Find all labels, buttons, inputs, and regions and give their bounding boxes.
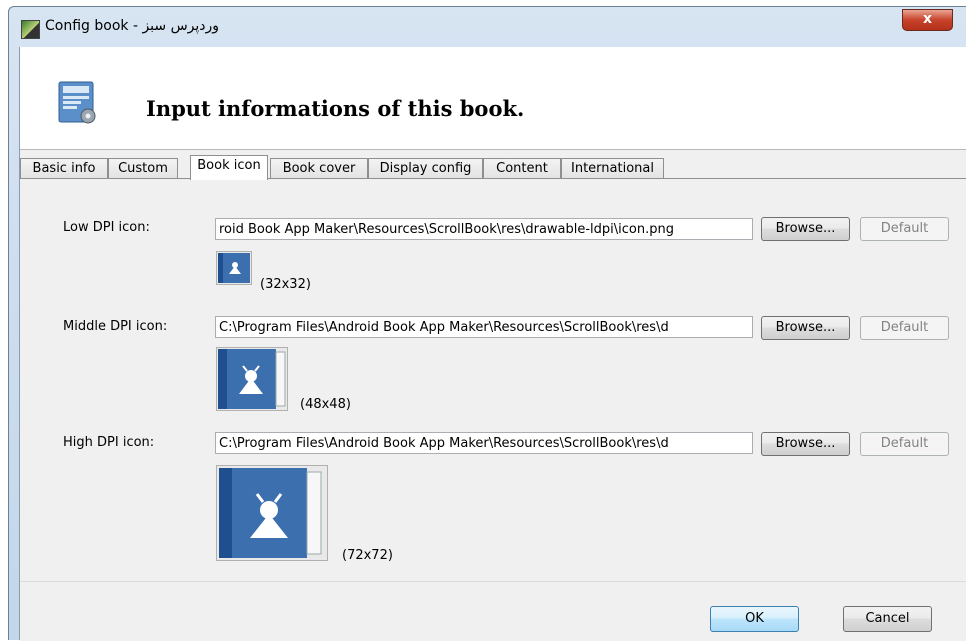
close-button[interactable]: x [902, 9, 953, 31]
cancel-button[interactable]: Cancel [843, 606, 932, 632]
low-dpi-default-button[interactable]: Default [860, 217, 949, 241]
middle-dpi-label: Middle DPI icon: [63, 319, 168, 334]
tab-international[interactable]: International [561, 158, 664, 178]
middle-dpi-size-label: (48x48) [300, 397, 351, 412]
high-dpi-label: High DPI icon: [63, 435, 155, 450]
app-icon [21, 20, 40, 39]
android-book-icon [218, 349, 286, 409]
close-icon: x [922, 11, 933, 27]
window-title: Config book - وردپرس سبز [45, 18, 220, 34]
android-book-icon [218, 253, 250, 283]
low-dpi-browse-button[interactable]: Browse... [761, 217, 850, 241]
ok-button[interactable]: OK [710, 606, 799, 632]
dialog-header: Input informations of this book. [20, 47, 966, 150]
tab-strip: Basic info Custom Book icon Book cover D… [20, 155, 966, 180]
low-dpi-preview [216, 251, 252, 285]
book-icon-panel: Low DPI icon: roid Book App Maker\Resour… [20, 178, 966, 581]
config-book-window: Config book - وردپرس سبز x Input informa… [8, 6, 966, 641]
dialog-client: Input informations of this book. Basic i… [19, 47, 966, 641]
high-dpi-size-label: (72x72) [342, 548, 393, 563]
high-dpi-path-field[interactable]: C:\Program Files\Android Book App Maker\… [215, 432, 753, 454]
low-dpi-label: Low DPI icon: [63, 220, 150, 235]
tab-basic-info[interactable]: Basic info [20, 158, 108, 178]
tab-display-config[interactable]: Display config [368, 158, 483, 178]
android-book-icon [219, 468, 322, 558]
high-dpi-preview [216, 465, 328, 561]
dialog-footer: OK Cancel [20, 581, 966, 641]
low-dpi-size-label: (32x32) [260, 277, 311, 292]
title-bar[interactable]: Config book - وردپرس سبز x [9, 7, 966, 47]
low-dpi-path-field[interactable]: roid Book App Maker\Resources\ScrollBook… [215, 218, 753, 240]
middle-dpi-default-button[interactable]: Default [860, 316, 949, 340]
tab-content[interactable]: Content [483, 158, 561, 178]
middle-dpi-browse-button[interactable]: Browse... [761, 316, 850, 340]
tab-book-icon[interactable]: Book icon [190, 155, 268, 180]
page-title: Input informations of this book. [146, 96, 525, 121]
high-dpi-browse-button[interactable]: Browse... [761, 432, 850, 456]
book-settings-icon [58, 81, 96, 124]
middle-dpi-path-field[interactable]: C:\Program Files\Android Book App Maker\… [215, 316, 753, 338]
tab-book-cover[interactable]: Book cover [270, 158, 368, 178]
tab-custom[interactable]: Custom [108, 158, 178, 178]
high-dpi-default-button[interactable]: Default [860, 432, 949, 456]
middle-dpi-preview [216, 347, 288, 411]
